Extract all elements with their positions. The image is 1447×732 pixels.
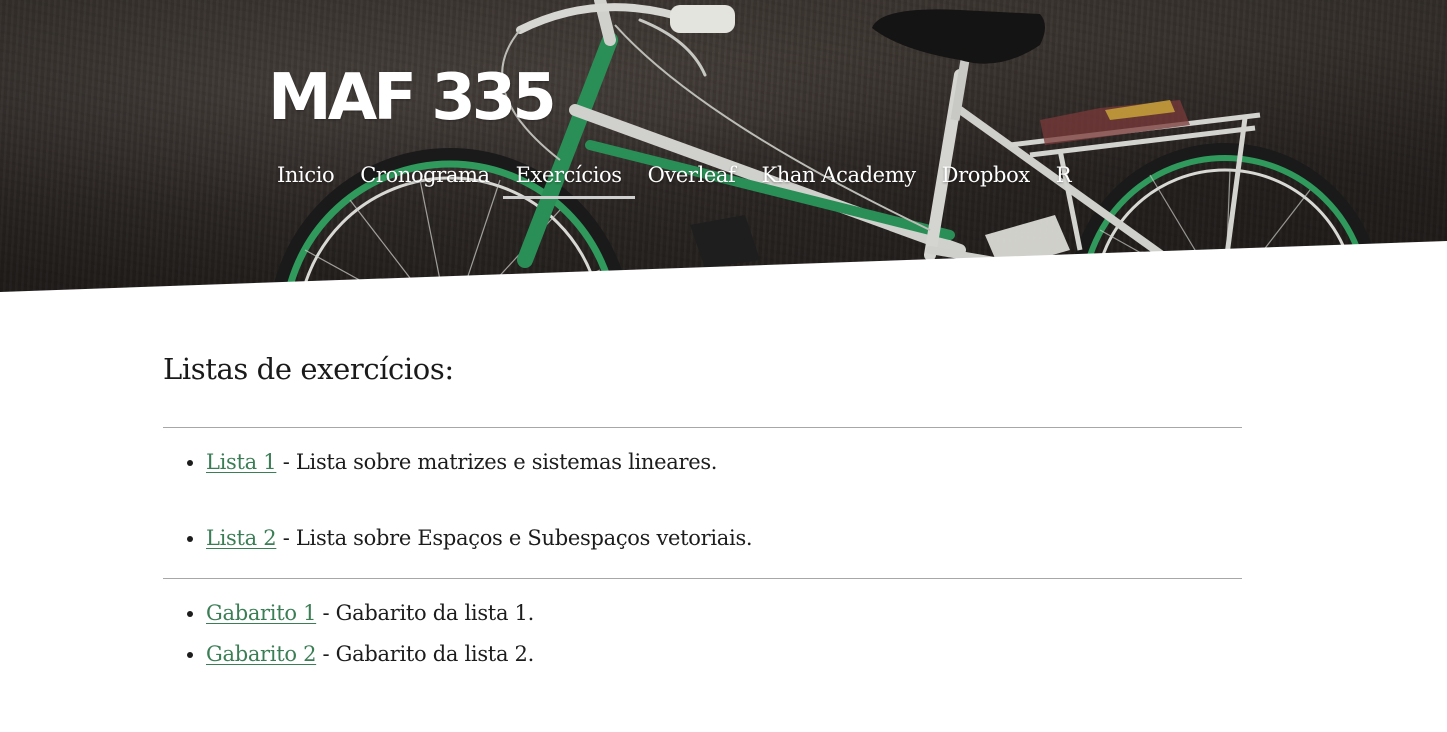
gabarito-1-description: - Gabarito da lista 1. [316, 601, 535, 625]
gabarito-2-link[interactable]: Gabarito 2 [206, 642, 316, 666]
lista-1-description: - Lista sobre matrizes e sistemas linear… [276, 450, 718, 474]
lista-2-description: - Lista sobre Espaços e Subespaços vetor… [276, 526, 753, 550]
section-divider [163, 578, 1242, 579]
nav-item-r[interactable]: R [1043, 160, 1084, 200]
main-content: Listas de exercícios: Lista 1 - Lista so… [163, 345, 1242, 680]
nav-item-khan-academy[interactable]: Khan Academy [748, 160, 928, 200]
list-item: Gabarito 1 - Gabarito da lista 1. [206, 598, 1242, 628]
list-item: Lista 2 - Lista sobre Espaços e Subespaç… [206, 523, 1242, 553]
main-navigation: Inicio Cronograma Exercícios Overleaf Kh… [264, 160, 1084, 200]
list-item: Lista 1 - Lista sobre matrizes e sistema… [206, 447, 1242, 477]
hero-diagonal-divider [0, 241, 1447, 300]
nav-item-overleaf[interactable]: Overleaf [635, 160, 749, 200]
section-divider [163, 427, 1242, 428]
nav-item-cronograma[interactable]: Cronograma [347, 160, 502, 200]
gabarito-2-description: - Gabarito da lista 2. [316, 642, 535, 666]
lista-1-link[interactable]: Lista 1 [206, 450, 277, 474]
site-title[interactable]: MAF 335 [268, 66, 557, 130]
exercise-lists: Lista 1 - Lista sobre matrizes e sistema… [163, 447, 1242, 553]
list-item: Gabarito 2 - Gabarito da lista 2. [206, 639, 1242, 669]
page-heading: Listas de exercícios: [163, 352, 454, 386]
nav-item-inicio[interactable]: Inicio [264, 160, 347, 200]
lista-2-link[interactable]: Lista 2 [206, 526, 277, 550]
nav-item-exercicios[interactable]: Exercícios [502, 160, 635, 200]
gabarito-1-link[interactable]: Gabarito 1 [206, 601, 316, 625]
answer-key-lists: Gabarito 1 - Gabarito da lista 1. Gabari… [163, 598, 1242, 669]
nav-item-dropbox[interactable]: Dropbox [929, 160, 1043, 200]
hero-banner: MAF 335 Inicio Cronograma Exercícios Ove… [0, 0, 1447, 300]
